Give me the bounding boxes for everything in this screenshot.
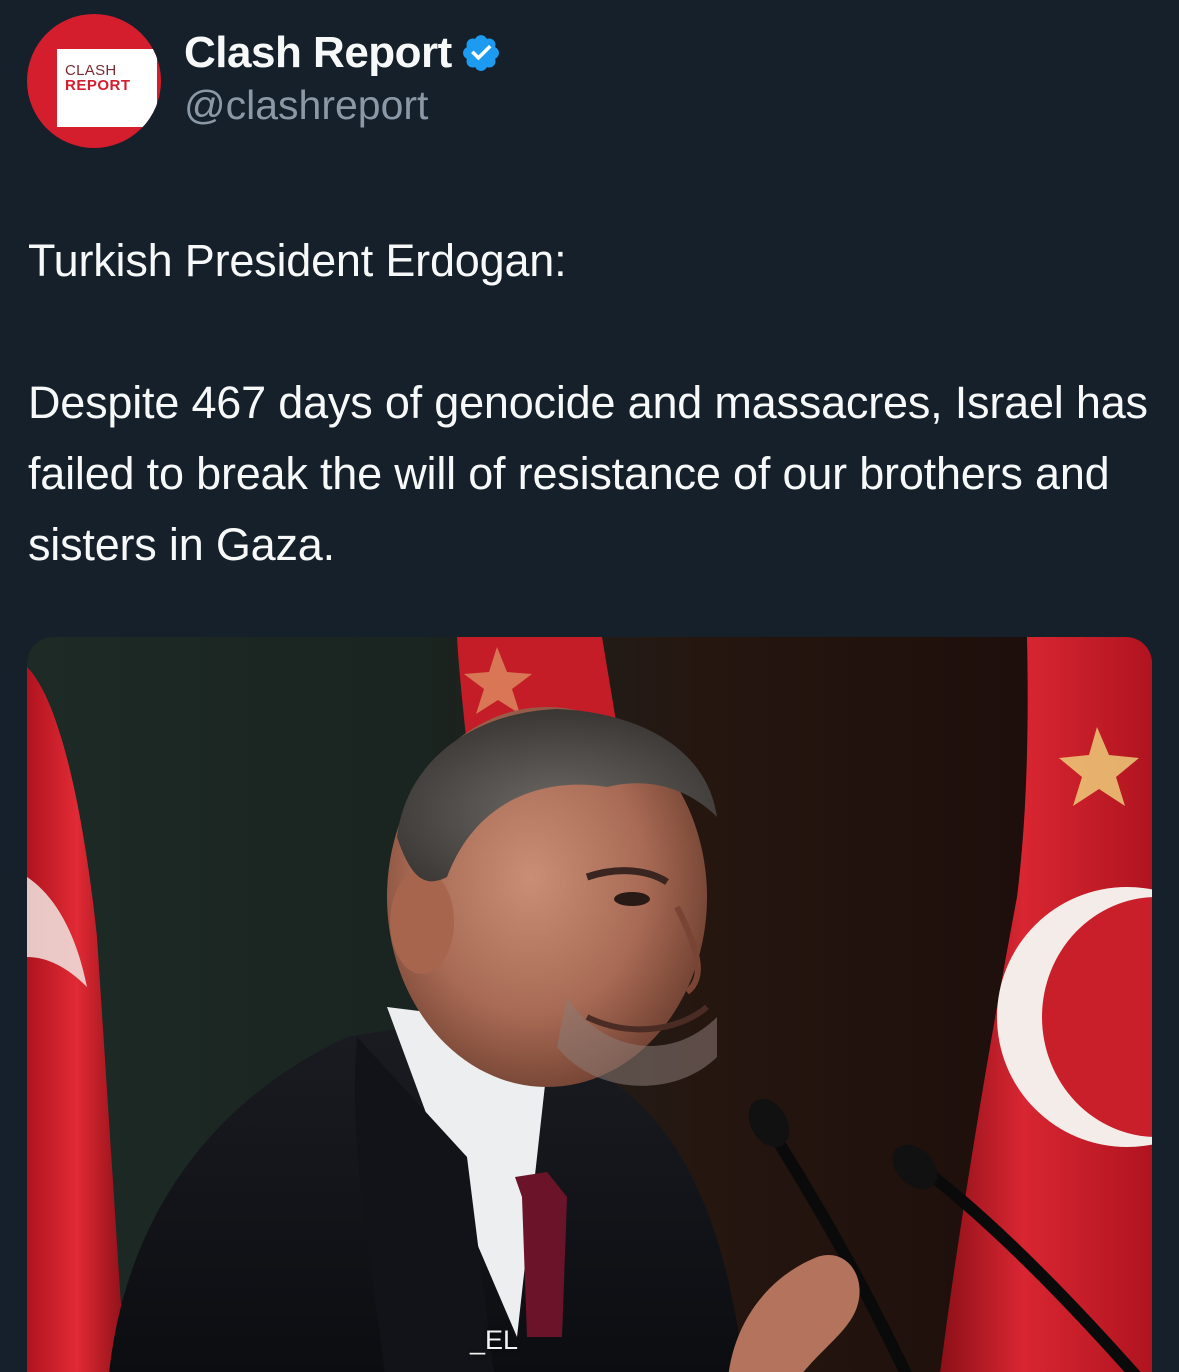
logo-text-top: CLASH [65,62,117,79]
logo-text-bottom: REPORT [65,77,131,94]
author-avatar[interactable]: CLASH REPORT [27,14,161,148]
author-header: Clash Report @clashreport [184,24,502,129]
erdogan-photo-illustration [27,637,1152,1372]
verified-badge-icon[interactable] [460,32,502,74]
tweet-text: Turkish President Erdogan: Despite 467 d… [28,225,1158,580]
name-row: Clash Report [184,24,502,82]
tweet-photo[interactable] [27,637,1152,1372]
author-display-name[interactable]: Clash Report [184,28,452,78]
tweet-line-1: Turkish President Erdogan: [28,235,567,286]
photo-watermark: _EL [470,1325,519,1355]
tweet-line-2: Despite 467 days of genocide and massacr… [28,377,1148,570]
clash-report-logo: CLASH REPORT [57,49,157,127]
author-handle[interactable]: @clashreport [184,82,502,129]
